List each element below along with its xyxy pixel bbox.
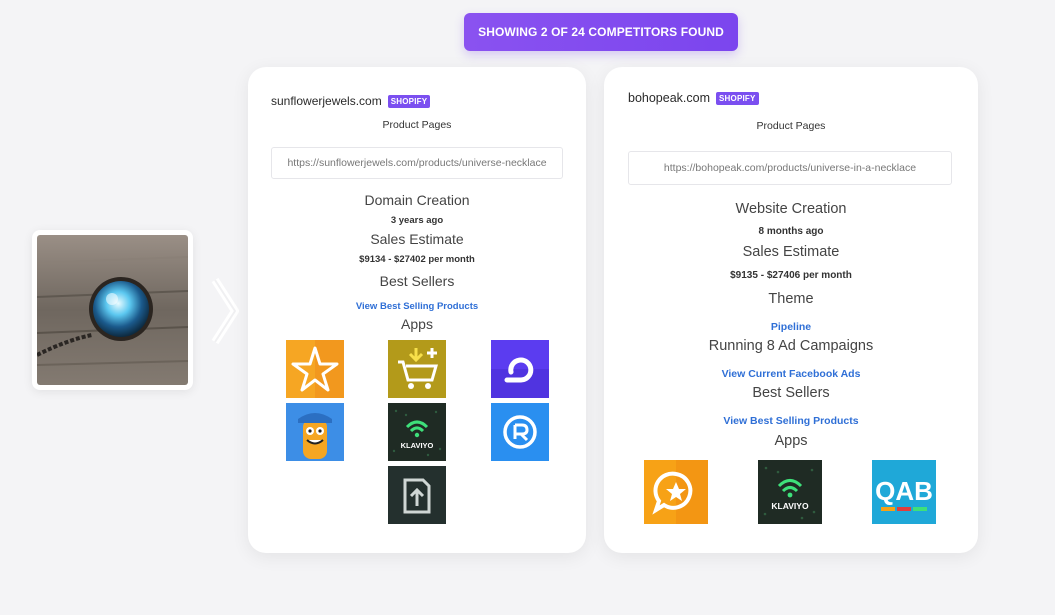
best-sellers-label: Best Sellers [379,273,455,289]
domain-creation-value: 3 years ago [390,215,444,226]
product-pages-label: Product Pages [756,120,826,132]
ad-campaigns-label: Running 8 Ad Campaigns [708,338,874,354]
sales-estimate-value: $9134 - $27402 per month [359,254,475,265]
competitor-domain[interactable]: bohopeak.com [628,91,710,105]
sales-estimate-label: Sales Estimate [370,231,464,247]
mascot-app-icon[interactable] [286,403,344,461]
product-pages-label: Product Pages [382,119,452,131]
best-sellers-label: Best Sellers [752,385,830,401]
product-url-text: https://bohopeak.com/products/universe-i… [663,162,917,174]
competitor-card-bohopeak: bohopeak.com SHOPIFY Product Pages https… [604,67,978,553]
theme-label: Theme [768,291,814,307]
upload-document-app-icon[interactable] [388,466,446,524]
arrow-loop-app-icon[interactable] [491,340,549,398]
qab-app-icon[interactable]: QAB [872,460,936,524]
klaviyo-app-icon[interactable]: KLAVIYO [758,460,822,524]
star-app-icon[interactable] [286,340,344,398]
product-url-text: https://sunflowerjewels.com/products/uni… [287,157,547,169]
shopify-badge: SHOPIFY [716,91,759,105]
source-product-image[interactable] [32,230,193,390]
review-star-bubble-app-icon[interactable] [644,460,708,524]
apps-label: Apps [401,316,433,332]
view-best-selling-link[interactable]: View Best Selling Products [723,415,858,427]
svg-text:QAB: QAB [875,476,933,506]
sales-estimate-value: $9135 - $27406 per month [730,270,852,281]
competitor-domain[interactable]: sunflowerjewels.com [271,94,382,108]
website-creation-value: 8 months ago [758,226,824,237]
competitor-card-sunflowerjewels: sunflowerjewels.com SHOPIFY Product Page… [248,67,586,553]
svg-text:KLAVIYO: KLAVIYO [771,501,809,511]
sales-estimate-label: Sales Estimate [742,244,840,260]
theme-link[interactable]: Pipeline [771,321,811,333]
competitors-found-banner: SHOWING 2 OF 24 COMPETITORS FOUND [464,13,738,51]
cart-upsell-app-icon[interactable] [388,340,446,398]
product-url-field[interactable]: https://sunflowerjewels.com/products/uni… [271,147,563,179]
view-best-selling-link[interactable]: View Best Selling Products [356,301,478,312]
necklace-photo [37,235,188,385]
klaviyo-app-icon[interactable]: KLAVIYO [388,403,446,461]
domain-row: bohopeak.com SHOPIFY [628,91,759,105]
website-creation-label: Website Creation [735,201,847,217]
chevron-right-icon [211,278,239,344]
domain-creation-label: Domain Creation [364,192,470,208]
shopify-badge: SHOPIFY [387,94,431,108]
view-facebook-ads-link[interactable]: View Current Facebook Ads [722,368,861,380]
apps-label: Apps [774,433,808,449]
banner-text: SHOWING 2 OF 24 COMPETITORS FOUND [478,25,724,39]
refresh-circle-app-icon[interactable] [491,403,549,461]
svg-text:KLAVIYO: KLAVIYO [401,441,434,450]
domain-row: sunflowerjewels.com SHOPIFY [271,94,431,108]
product-url-field[interactable]: https://bohopeak.com/products/universe-i… [628,151,952,185]
